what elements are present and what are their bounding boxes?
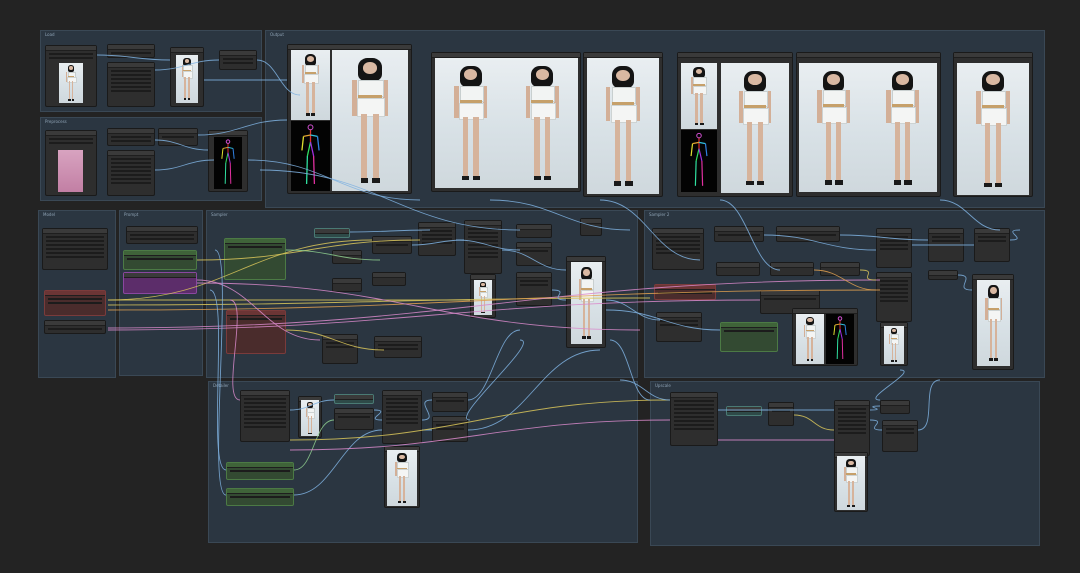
node-link-wire — [154, 159, 215, 171]
node-link-wire — [373, 409, 383, 421]
node-link-wire — [489, 199, 631, 231]
node-link-wire — [599, 199, 701, 261]
node-link-wire — [96, 54, 171, 61]
node-link-wire — [214, 249, 227, 496]
node-link-wire — [154, 59, 220, 71]
wire-layer — [96, 54, 1021, 496]
node-link-wire — [154, 139, 209, 151]
node-link-wire — [196, 282, 641, 331]
node-link-wire — [501, 249, 567, 271]
node-link-wire — [467, 349, 601, 431]
node-link-wire — [939, 199, 1001, 231]
node-link-wire — [421, 399, 433, 421]
node-link-wire — [875, 369, 905, 401]
node-link-wire — [859, 269, 877, 281]
node-link-wire — [289, 419, 671, 451]
node-link-wire — [839, 234, 929, 241]
node-link-wire — [455, 239, 521, 251]
node-link-wire — [869, 405, 881, 411]
node-link-wire — [289, 399, 671, 441]
node-link-wire — [293, 419, 335, 471]
node-link-wire — [259, 169, 521, 231]
node-link-wire — [609, 339, 651, 401]
node-link-wire — [197, 119, 288, 136]
node-link-wire — [411, 239, 465, 246]
node-link-wire — [605, 309, 721, 331]
node-link-wire — [247, 159, 421, 201]
node-link-wire — [917, 379, 941, 431]
node-link-wire — [229, 299, 241, 401]
node-link-wire — [285, 329, 385, 351]
node-link-wire — [957, 274, 973, 291]
node-link-wire — [466, 339, 524, 421]
node-link-wire — [869, 419, 883, 431]
node-link-wire — [349, 229, 431, 233]
node-link-wire — [1009, 229, 1021, 241]
node-graph-canvas[interactable]: Load Preprocess Output Model Prompt Samp… — [0, 0, 1080, 573]
node-link-wire — [619, 379, 671, 401]
node-link-wire — [196, 239, 421, 261]
node-link-wire — [209, 289, 227, 471]
node-link-wire — [256, 59, 301, 96]
node-link-wire — [763, 234, 877, 251]
node-link-wire — [289, 399, 335, 411]
node-link-wire — [467, 329, 521, 401]
node-link-wire — [107, 239, 373, 301]
node-link-wire — [793, 414, 835, 431]
